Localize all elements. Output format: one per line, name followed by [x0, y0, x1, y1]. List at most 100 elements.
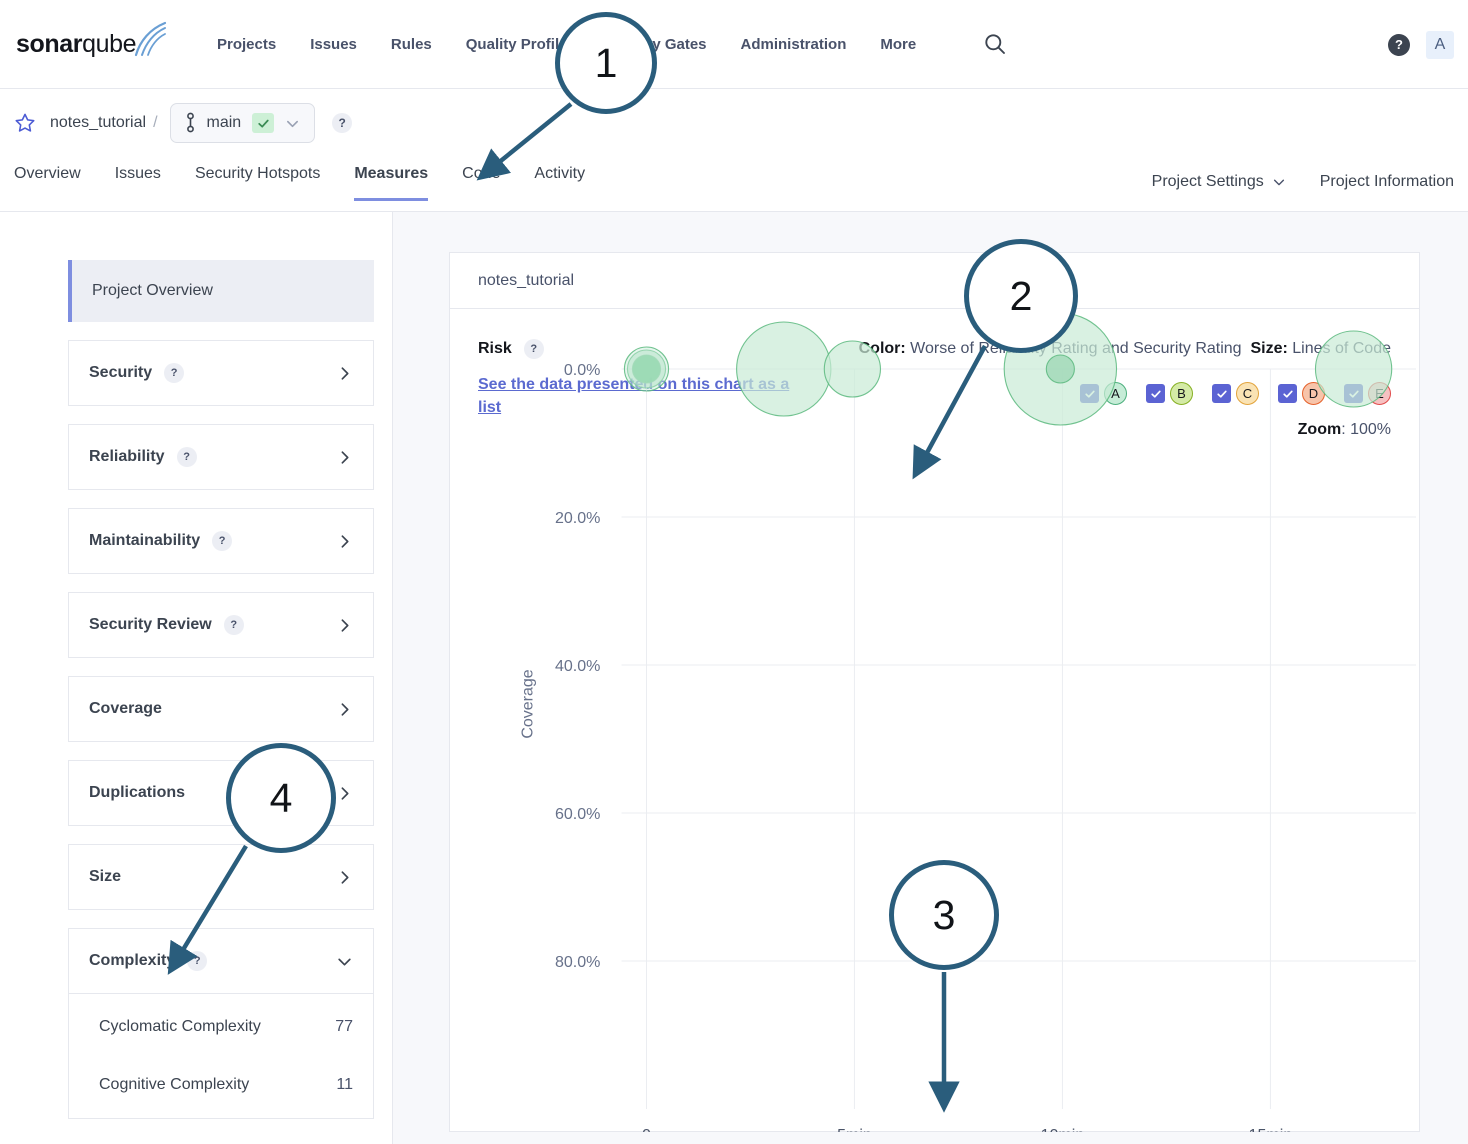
measures-sidebar: Project Overview Security ? Reliability …: [0, 212, 393, 1144]
topnav-right-cluster: ? A: [1388, 0, 1454, 89]
branch-selector[interactable]: main: [169, 103, 316, 143]
sidebar-item-project-overview[interactable]: Project Overview: [68, 260, 374, 322]
tab-project-information[interactable]: Project Information: [1320, 165, 1454, 207]
sidebar-item-security[interactable]: Security ?: [69, 341, 373, 405]
sidebar-item-label: Project Overview: [92, 282, 213, 299]
sidebar-subitem-label: Cyclomatic Complexity: [99, 1018, 261, 1035]
nav-item-administration[interactable]: Administration: [741, 36, 847, 53]
sidebar-card-security: Security ?: [68, 340, 374, 406]
sonarqube-logo[interactable]: sonarqube: [16, 21, 171, 65]
y-axis-title: Coverage: [518, 669, 536, 738]
sidebar-item-maintainability[interactable]: Maintainability ?: [69, 509, 373, 573]
logo-text: sonarqube: [16, 29, 137, 59]
sidebar-item-coverage[interactable]: Coverage: [69, 677, 373, 741]
y-axis-tick-label: 80.0%: [555, 953, 600, 971]
help-icon[interactable]: ?: [223, 615, 244, 635]
tab-activity[interactable]: Activity: [534, 157, 585, 199]
tab-issues[interactable]: Issues: [115, 157, 161, 199]
tab-project-settings[interactable]: Project Settings: [1152, 165, 1286, 207]
logo-light: qube: [82, 29, 137, 58]
page-body: Project Overview Security ? Reliability …: [0, 212, 1468, 1144]
search-icon[interactable]: [984, 33, 1006, 55]
x-axis-tick-label: 10min: [1041, 1126, 1085, 1132]
y-axis-tick-label: 60.0%: [555, 805, 600, 823]
sidebar-item-label: Duplications: [89, 784, 186, 801]
check-icon: [252, 113, 275, 133]
branch-help-icon[interactable]: ?: [332, 113, 353, 133]
sidebar-card-coverage: Coverage: [68, 676, 374, 742]
sidebar-item-label: Coverage: [89, 700, 162, 717]
sidebar-subitem-cognitive-complexity[interactable]: Cognitive Complexity 11: [69, 1056, 373, 1114]
sidebar-card-security-review: Security Review ?: [68, 592, 374, 658]
sidebar-subitem-cyclomatic-complexity[interactable]: Cyclomatic Complexity 77: [69, 998, 373, 1056]
annotation-marker-3: 3: [889, 860, 999, 970]
chevron-down-icon: [336, 953, 353, 970]
sidebar-item-label: Complexity: [89, 952, 176, 969]
chevron-right-icon: [336, 869, 353, 886]
panel-body: Risk ? See the data presented on this ch…: [450, 309, 1419, 1132]
project-tab-bar: Overview Issues Security Hotspots Measur…: [0, 157, 1468, 212]
sidebar-item-size[interactable]: Size: [69, 845, 373, 909]
sidebar-card-maintainability: Maintainability ?: [68, 508, 374, 574]
help-icon[interactable]: ?: [212, 531, 233, 551]
annotation-marker-4: 4: [226, 743, 336, 853]
chevron-right-icon: [336, 533, 353, 550]
sidebar-card-size: Size: [68, 844, 374, 910]
branch-icon: [186, 112, 194, 133]
breadcrumb-project[interactable]: notes_tutorial: [50, 114, 146, 132]
chevron-down-icon: [1273, 179, 1284, 186]
help-icon[interactable]: ?: [1388, 33, 1410, 56]
chart-bubble[interactable]: [1045, 354, 1075, 384]
sidebar-item-complexity[interactable]: Complexity ?: [69, 929, 373, 993]
risk-bubble-chart-panel: notes_tutorial Risk ? See the data prese…: [449, 252, 1420, 1132]
x-axis-tick-label: 5min: [837, 1126, 872, 1132]
tab-project-settings-label: Project Settings: [1151, 173, 1264, 190]
logo-bold: sonar: [16, 29, 83, 58]
tab-measures[interactable]: Measures: [354, 157, 428, 201]
sidebar-card-complexity: Complexity ? Cyclomatic Complexity 77 Co…: [68, 928, 374, 1119]
avatar[interactable]: A: [1426, 30, 1454, 59]
nav-item-projects[interactable]: Projects: [217, 36, 276, 53]
nav-item-issues[interactable]: Issues: [310, 36, 357, 53]
y-axis-tick-label: 0.0%: [564, 361, 601, 379]
tab-overview[interactable]: Overview: [14, 157, 81, 199]
breadcrumb-separator: /: [153, 114, 158, 131]
star-outline-icon[interactable]: [14, 112, 36, 134]
sidebar-card-reliability: Reliability ?: [68, 424, 374, 490]
sidebar-item-label: Maintainability: [89, 532, 201, 549]
chevron-down-icon[interactable]: [285, 116, 300, 131]
chevron-right-icon: [336, 365, 353, 382]
help-icon[interactable]: ?: [164, 363, 185, 383]
nav-item-rules[interactable]: Rules: [391, 36, 432, 53]
measures-main: notes_tutorial Risk ? See the data prese…: [393, 212, 1468, 1144]
tab-code[interactable]: Code: [462, 157, 500, 199]
help-icon[interactable]: ?: [187, 951, 208, 971]
global-top-nav: sonarqube Projects Issues Rules Quality …: [0, 0, 1468, 89]
chart-bubble[interactable]: [623, 346, 670, 392]
sidebar-subitem-label: Cognitive Complexity: [99, 1076, 250, 1093]
risk-bubble-chart[interactable]: 0.0% 20.0% 40.0% 60.0% 80.0% 0 5min 10min 15min C…: [450, 309, 1419, 1132]
logo-wave-icon: [134, 21, 167, 57]
sidebar-item-security-review[interactable]: Security Review ?: [69, 593, 373, 657]
breadcrumb: notes_tutorial / main ?: [0, 89, 1468, 157]
chart-bubble[interactable]: [823, 340, 882, 398]
sidebar-item-label: Reliability: [89, 448, 165, 465]
help-icon[interactable]: ?: [176, 447, 197, 467]
x-axis-tick-label: 15min: [1249, 1126, 1293, 1132]
sidebar-item-label: Security: [89, 364, 153, 381]
x-axis-tick-label: 0: [642, 1126, 651, 1132]
y-axis-tick-label: 40.0%: [555, 657, 600, 675]
chart-bubble[interactable]: [736, 321, 832, 417]
panel-title: notes_tutorial: [450, 253, 1419, 309]
sidebar-item-label: Security Review: [89, 616, 212, 633]
sidebar-item-reliability[interactable]: Reliability ?: [69, 425, 373, 489]
chart-bubble[interactable]: [1314, 330, 1393, 408]
nav-item-more[interactable]: More: [880, 36, 916, 53]
branch-name: main: [206, 114, 242, 131]
project-tab-bar-right: Project Settings Project Information: [1138, 165, 1468, 207]
tab-security-hotspots[interactable]: Security Hotspots: [195, 157, 320, 199]
y-axis-tick-label: 20.0%: [555, 509, 600, 527]
sidebar-subitem-value: 11: [336, 1076, 353, 1093]
chevron-right-icon: [336, 785, 353, 802]
chevron-right-icon: [336, 449, 353, 466]
